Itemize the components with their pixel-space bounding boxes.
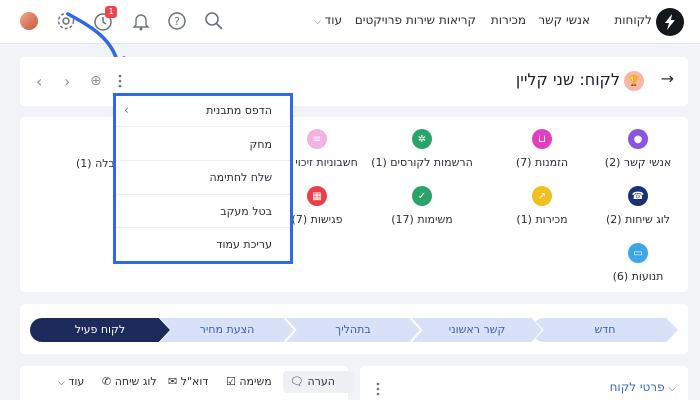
nav-more[interactable]: ⌵ עוד xyxy=(314,13,342,27)
back-arrow-icon[interactable]: → xyxy=(661,69,674,88)
related-label: מכירות (1) xyxy=(516,213,568,226)
related-label: תנועות (6) xyxy=(612,270,664,283)
menu-item-print-from-template[interactable]: הדפס מתבנית xyxy=(206,104,272,117)
more-label: עוד xyxy=(68,375,85,388)
nav-customers[interactable]: לקוחות xyxy=(614,13,652,27)
email-label: דוא"ל xyxy=(180,375,209,388)
stage-active-customer[interactable]: לקוח פעיל xyxy=(30,318,170,342)
related-orders[interactable]: ⊔ הזמנות (7) xyxy=(487,129,597,169)
gear-icon: ✲ xyxy=(412,129,432,149)
chart-icon: ↗ xyxy=(532,186,552,206)
call-log-action[interactable]: ✆ לוג שיחה xyxy=(102,375,157,388)
svg-text:?: ? xyxy=(174,15,180,28)
previous-record-icon[interactable]: ‹ xyxy=(36,72,42,91)
chevron-down-icon: ⌵ xyxy=(668,383,676,394)
menu-divider xyxy=(116,160,290,161)
calendar-icon: ▦ xyxy=(307,186,327,206)
related-label: אנשי קשר (2) xyxy=(604,156,672,169)
related-partial[interactable]: בלה (1) xyxy=(76,157,115,170)
more-action[interactable]: ⌵ עוד xyxy=(58,375,84,388)
pipeline-stages: חדש קשר ראשוני בתהליך הצעת מחיר לקוח פעי… xyxy=(20,304,688,354)
related-call-log[interactable]: ☎ לוג שיחות (2) xyxy=(583,186,693,226)
menu-divider xyxy=(116,227,290,228)
related-sales[interactable]: ↗ מכירות (1) xyxy=(487,186,597,226)
details-panel: פרטי לקוח ⌵ xyxy=(360,366,688,400)
mail-icon: ✉ xyxy=(168,375,178,388)
chevron-down-icon: ⌵ xyxy=(58,378,65,388)
email-action[interactable]: ✉ דוא"ל xyxy=(168,375,208,388)
phone-icon: ☎ xyxy=(628,186,648,206)
actions-dropdown-menu: הדפס מתבנית ‹ מחק שלח לחתימה בטל מעקב ער… xyxy=(113,93,293,264)
chevron-down-icon: ⌵ xyxy=(314,17,321,27)
stage-in-progress[interactable]: בתהליך xyxy=(286,318,420,342)
stage-initial-contact[interactable]: קשר ראשוני xyxy=(412,318,542,342)
phone-icon: ✆ xyxy=(102,375,112,388)
chevron-left-icon: ‹ xyxy=(124,103,129,117)
task-action[interactable]: ☑ משימה xyxy=(226,375,272,388)
related-label: לוג שיחות (2) xyxy=(605,213,671,226)
invoice-icon: ≡ xyxy=(307,129,327,149)
trophy-icon: 🏆 xyxy=(624,71,644,91)
call-log-label: לוג שיחה xyxy=(114,375,157,388)
kebab-menu-icon[interactable] xyxy=(376,382,380,396)
menu-divider xyxy=(116,126,290,127)
related-label: משימות (17) xyxy=(391,213,453,226)
activity-panel: 🗨 הערה ☑ משימה ✉ דוא"ל ✆ לוג שיחה ⌵ עוד xyxy=(20,366,355,400)
nav-projects[interactable]: פרויקטים xyxy=(355,13,402,27)
stage-price-quote[interactable]: הצעת מחיר xyxy=(160,318,294,342)
app-logo[interactable] xyxy=(656,8,684,36)
nav-sales[interactable]: מכירות xyxy=(491,13,526,27)
search-icon[interactable] xyxy=(204,11,224,31)
checkbox-icon: ☑ xyxy=(226,375,236,388)
nav-more-label: עוד xyxy=(324,13,342,27)
related-contacts[interactable]: ● אנשי קשר (2) xyxy=(583,129,693,169)
customer-details-toggle[interactable]: פרטי לקוח ⌵ xyxy=(610,380,676,394)
check-icon: ✓ xyxy=(412,186,432,206)
stage-new[interactable]: חדש xyxy=(532,318,678,342)
related-label: הרשמות לקורסים (1) xyxy=(371,156,473,169)
related-label: הזמנות (7) xyxy=(515,156,569,169)
menu-item-unfollow[interactable]: בטל מעקב xyxy=(220,205,272,218)
bell-icon[interactable] xyxy=(131,11,151,31)
note-icon: 🗨 xyxy=(290,375,304,388)
menu-item-edit-page[interactable]: עריכת עמוד xyxy=(217,238,272,251)
menu-divider xyxy=(116,194,290,195)
kebab-menu-icon[interactable] xyxy=(118,74,122,88)
related-transactions[interactable]: ▭ תנועות (6) xyxy=(583,243,693,283)
related-course-registrations[interactable]: ✲ הרשמות לקורסים (1) xyxy=(367,129,477,169)
menu-item-delete[interactable]: מחק xyxy=(250,138,272,151)
note-label: הערה xyxy=(307,375,335,388)
details-label: פרטי לקוח xyxy=(609,380,665,394)
nav-contacts[interactable]: אנשי קשר xyxy=(538,13,590,27)
next-record-icon[interactable]: › xyxy=(64,72,70,91)
related-tasks[interactable]: ✓ משימות (17) xyxy=(367,186,477,226)
nav-service-calls[interactable]: קריאות שירות xyxy=(406,13,476,27)
card-icon: ▭ xyxy=(628,243,648,263)
person-icon: ● xyxy=(628,129,648,149)
page-title: לקוח: שני קליין xyxy=(515,70,620,89)
add-icon[interactable]: ⊕ xyxy=(90,73,102,89)
cart-icon: ⊔ xyxy=(532,129,552,149)
menu-item-send-for-signature[interactable]: שלח לחתימה xyxy=(209,171,272,184)
task-label: משימה xyxy=(239,375,272,388)
help-icon[interactable]: ? xyxy=(167,11,187,31)
note-action[interactable]: 🗨 הערה xyxy=(290,375,335,388)
user-avatar[interactable] xyxy=(20,12,38,30)
